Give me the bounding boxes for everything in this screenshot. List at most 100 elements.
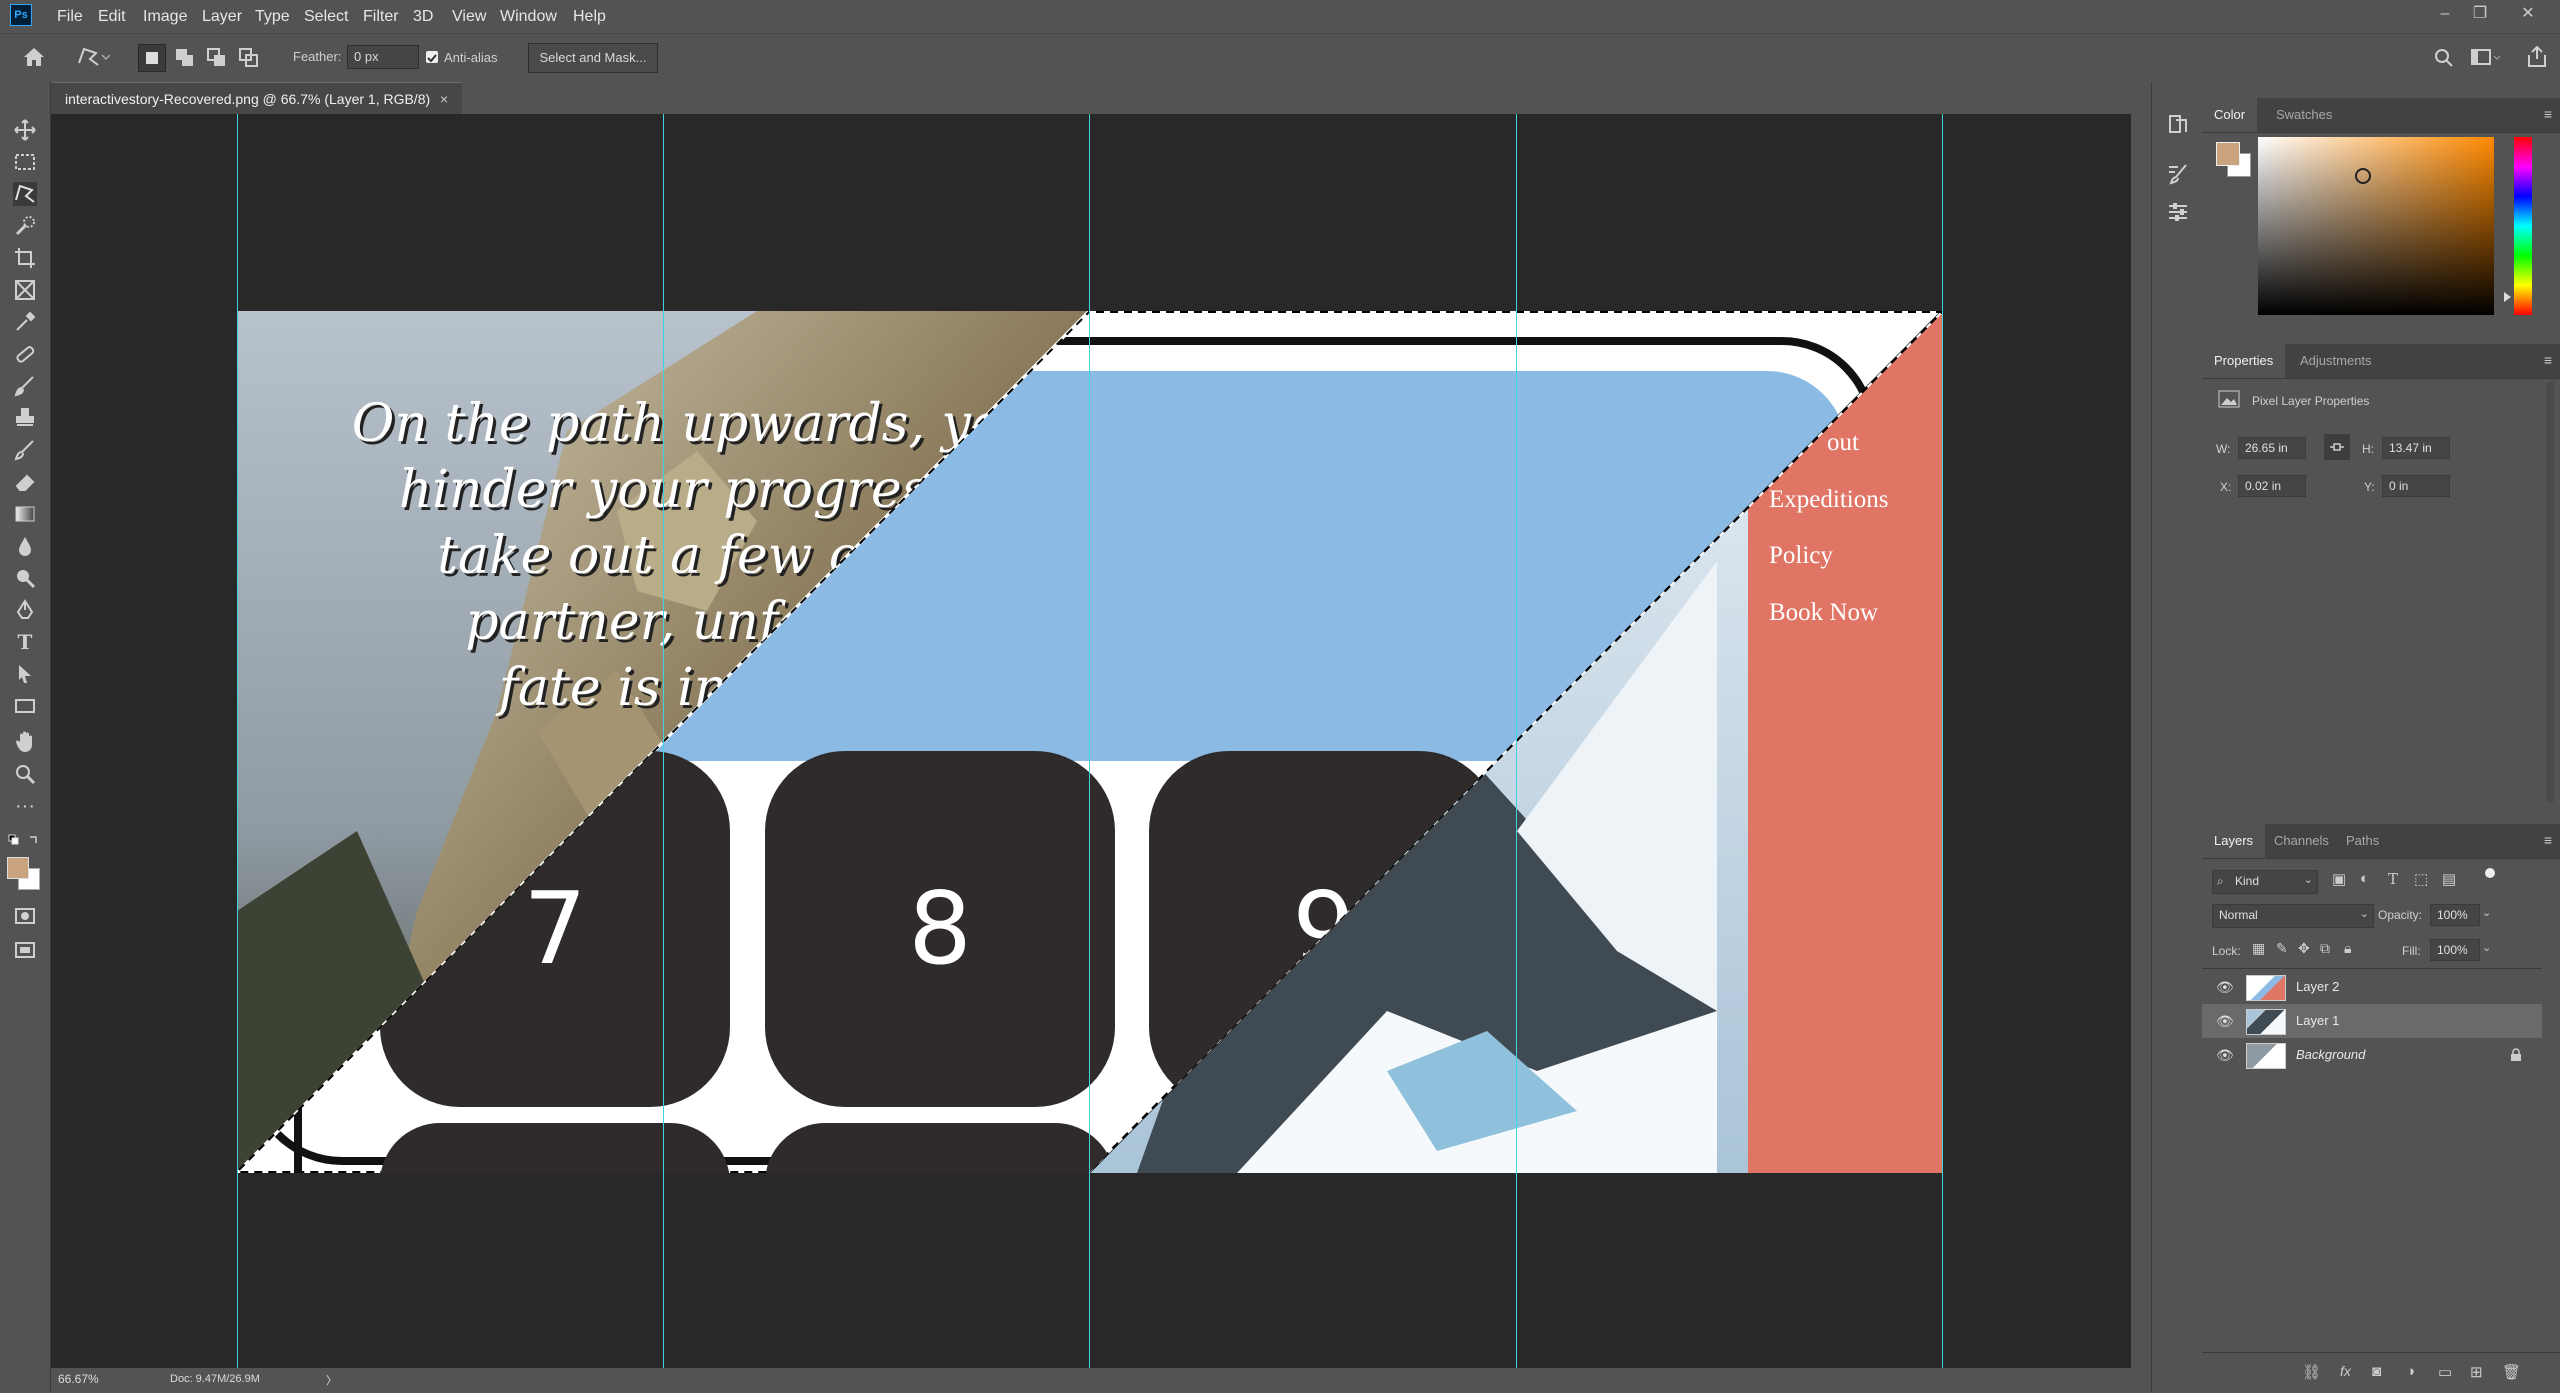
search-icon[interactable]	[2433, 47, 2455, 69]
restore-button[interactable]: ❐	[2460, 0, 2500, 28]
blend-mode-select[interactable]: Normal ⌄	[2212, 904, 2374, 928]
marquee-icon[interactable]	[13, 150, 37, 174]
default-colors-icon[interactable]	[8, 834, 42, 850]
adjustments-sliders-icon[interactable]	[2166, 200, 2190, 224]
filter-pixel-icon[interactable]: ▣	[2332, 870, 2346, 888]
width-input[interactable]: 26.65 in	[2238, 437, 2306, 459]
rectangle-icon[interactable]	[13, 694, 37, 718]
tab-swatches[interactable]: Swatches	[2264, 98, 2344, 132]
layer-name[interactable]: Background	[2296, 1038, 2365, 1072]
menu-3d[interactable]: 3D	[413, 0, 433, 33]
status-menu-arrow[interactable]: 〉	[326, 1372, 337, 1388]
lock-position-icon[interactable]: ✥	[2298, 940, 2310, 957]
zoom-level[interactable]: 66.67%	[58, 1372, 99, 1386]
layer-row-background[interactable]: 👁︎ Background	[2202, 1038, 2542, 1072]
mask-icon[interactable]: ◙	[2372, 1363, 2381, 1380]
home-icon[interactable]	[22, 46, 46, 68]
feather-input[interactable]: 0 px	[347, 45, 419, 69]
foreground-color-swatch[interactable]	[7, 857, 29, 879]
frame-icon[interactable]	[13, 278, 37, 302]
layer-row-layer-2[interactable]: 👁︎ Layer 2	[2202, 970, 2542, 1004]
menu-edit[interactable]: Edit	[98, 0, 126, 33]
workspace-icon[interactable]	[2470, 47, 2500, 69]
blur-icon[interactable]	[13, 534, 37, 558]
add-selection-icon[interactable]	[174, 47, 196, 69]
filter-smart-object-icon[interactable]: ▤	[2442, 870, 2456, 888]
eyedropper-icon[interactable]	[13, 310, 37, 334]
filter-type-icon[interactable]: T	[2388, 870, 2398, 888]
select-and-mask-button[interactable]: Select and Mask...	[528, 43, 658, 73]
menu-select[interactable]: Select	[304, 0, 348, 33]
lock-pixels-icon[interactable]: ✎	[2276, 940, 2288, 957]
layer-row-layer-1[interactable]: 👁︎ Layer 1	[2202, 1004, 2542, 1038]
filter-shape-icon[interactable]: ⬚	[2414, 870, 2428, 888]
hue-slider[interactable]	[2514, 137, 2532, 315]
panel-menu-icon[interactable]: ≡	[2544, 832, 2552, 848]
visibility-eye-icon[interactable]: 👁︎	[2216, 1047, 2234, 1064]
menu-window[interactable]: Window	[500, 0, 557, 33]
visibility-eye-icon[interactable]: 👁︎	[2216, 979, 2234, 996]
more-icon[interactable]: ···	[13, 794, 37, 818]
link-dimensions-icon[interactable]	[2324, 434, 2350, 460]
visibility-eye-icon[interactable]: 👁︎	[2216, 1013, 2234, 1030]
link-icon[interactable]: ⛓︎	[2302, 1363, 2321, 1381]
hand-icon[interactable]	[13, 730, 37, 754]
zoom-icon[interactable]	[13, 762, 37, 786]
polygonal-lasso-icon[interactable]	[76, 45, 110, 69]
tab-layers[interactable]: Layers	[2202, 824, 2266, 858]
document-tab[interactable]: interactivestory-Recovered.png @ 66.7% (…	[51, 82, 463, 115]
folder-icon[interactable]: ▭	[2438, 1363, 2452, 1381]
height-input[interactable]: 13.47 in	[2382, 437, 2450, 459]
menu-image[interactable]: Image	[143, 0, 187, 33]
filter-toggle-icon[interactable]	[2485, 868, 2495, 878]
menu-view[interactable]: View	[452, 0, 486, 33]
color-picker-cursor[interactable]	[2355, 168, 2371, 184]
crop-icon[interactable]	[13, 246, 37, 270]
menu-layer[interactable]: Layer	[202, 0, 242, 33]
filter-adjustment-icon[interactable]: ◐	[2360, 870, 2369, 887]
layer-filter-select[interactable]: ⌕ Kind ⌄	[2212, 870, 2318, 894]
anti-alias-checkbox[interactable]	[426, 51, 438, 63]
tab-properties[interactable]: Properties	[2202, 344, 2286, 378]
tab-color[interactable]: Color	[2202, 98, 2258, 132]
opacity-input[interactable]: 100%	[2430, 904, 2480, 926]
color-foreground-swatch[interactable]	[2216, 142, 2240, 166]
trash-icon[interactable]: 🗑︎	[2502, 1363, 2521, 1381]
color-field[interactable]	[2258, 137, 2494, 315]
stamp-icon[interactable]	[13, 406, 37, 430]
properties-scrollbar[interactable]	[2546, 382, 2554, 802]
brush-settings-icon[interactable]	[2166, 162, 2190, 186]
quick-select-icon[interactable]	[13, 214, 37, 238]
panel-menu-icon[interactable]: ≡	[2544, 352, 2552, 368]
tab-adjustments[interactable]: Adjustments	[2288, 344, 2384, 378]
gradient-icon[interactable]	[13, 502, 37, 526]
history-brush-icon[interactable]	[13, 438, 37, 462]
vertical-scrollbar[interactable]	[2131, 114, 2151, 1368]
dodge-icon[interactable]	[13, 566, 37, 590]
lasso-icon[interactable]	[13, 182, 37, 206]
new-layer-icon[interactable]: ⊞	[2470, 1363, 2483, 1381]
lock-transparent-icon[interactable]: ▦	[2252, 940, 2265, 957]
history-panel-icon[interactable]	[2166, 112, 2190, 136]
path-select-icon[interactable]	[13, 662, 37, 686]
close-window-button[interactable]: ✕	[2508, 0, 2548, 28]
y-input[interactable]: 0 in	[2382, 475, 2450, 497]
brush-icon[interactable]	[13, 374, 37, 398]
chevron-down-icon[interactable]: ⌄	[2482, 906, 2491, 919]
subtract-selection-icon[interactable]	[206, 47, 228, 69]
quick-mask-icon[interactable]	[13, 904, 37, 928]
close-tab-icon[interactable]: ×	[440, 91, 448, 107]
menu-help[interactable]: Help	[573, 0, 606, 33]
eraser-icon[interactable]	[13, 470, 37, 494]
chevron-down-icon[interactable]: ⌄	[2482, 941, 2491, 954]
hue-slider-handle[interactable]	[2504, 292, 2511, 302]
intersect-selection-icon[interactable]	[238, 47, 260, 69]
fx-icon[interactable]: fx	[2340, 1363, 2351, 1379]
menu-file[interactable]: File	[57, 0, 83, 33]
tab-channels[interactable]: Channels	[2262, 824, 2341, 858]
menu-type[interactable]: Type	[255, 0, 290, 33]
type-icon[interactable]: T	[13, 630, 37, 654]
adjustment-icon[interactable]: ◑	[2406, 1363, 2415, 1380]
layer-name[interactable]: Layer 1	[2296, 1004, 2339, 1038]
x-input[interactable]: 0.02 in	[2238, 475, 2306, 497]
